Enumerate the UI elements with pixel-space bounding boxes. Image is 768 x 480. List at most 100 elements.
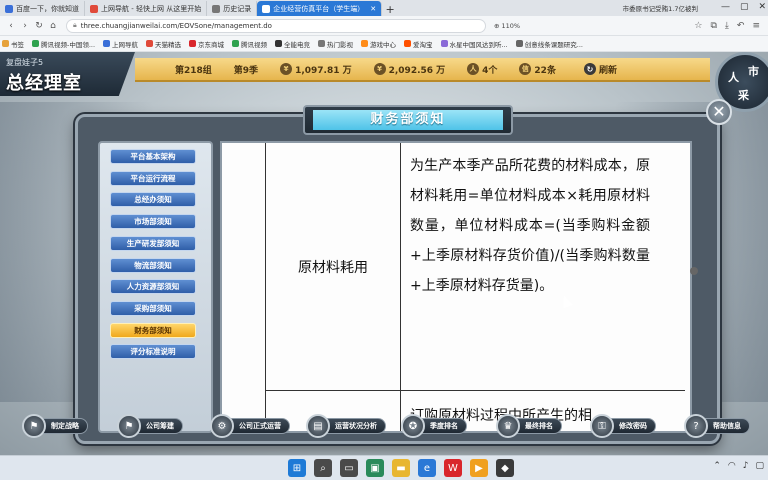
bookmark-item[interactable]: 腾讯视频-中国领...: [32, 39, 95, 49]
bookmark-label: 创意线条课题研究...: [524, 40, 583, 49]
menu-icon[interactable]: ≡: [752, 21, 760, 31]
nav-item[interactable]: 评分标准说明: [110, 344, 196, 360]
notice-nav: 平台基本架构 平台运行流程 总经办须知市场部须知生产研发部须知 物流部须知人力资源部须…: [98, 141, 213, 433]
toolbar-button[interactable]: ♛ 最终排名: [496, 413, 562, 439]
bookmark-item[interactable]: 书签: [2, 39, 24, 49]
forward-icon[interactable]: ›: [18, 21, 32, 31]
close-window-icon[interactable]: ✕: [758, 2, 766, 12]
maximize-icon[interactable]: ▢: [740, 2, 749, 12]
tab-baidu[interactable]: 百度一下，你就知道: [0, 1, 85, 16]
finance-notice-modal: 财务部须知 ✕ 平台基本架构 平台运行流程 总经办须知市场部须知生产研发部须知 物流部…: [75, 99, 732, 444]
nav-item[interactable]: 财务部须知: [110, 322, 196, 338]
bookmark-item[interactable]: 天猫精选: [146, 39, 181, 49]
toolbar-button[interactable]: ⚑ 制定战略: [22, 413, 88, 439]
gear-icon: ⚙: [210, 414, 234, 438]
nav-item[interactable]: 生产研发部须知: [110, 235, 196, 251]
favorite-icon[interactable]: ☆: [694, 21, 702, 31]
bookmark-label: 水星中国风达到听...: [449, 40, 508, 49]
bookmark-item[interactable]: 热门影视: [318, 39, 353, 49]
tab-label: 百度一下，你就知道: [16, 4, 79, 13]
bookmark-icon: [515, 40, 523, 47]
app-icon[interactable]: ◆: [496, 459, 514, 477]
message-icon: 信: [519, 63, 532, 75]
badge-char: 采: [738, 89, 749, 102]
table-row-label: 原材料耗用: [298, 259, 368, 276]
network-icon[interactable]: ◠: [728, 461, 736, 471]
zoom-icon: ⊕: [494, 21, 502, 30]
staff-stat: 人 4个: [467, 63, 497, 76]
search-icon[interactable]: ⌕: [314, 459, 332, 477]
bookmark-label: 爱淘宝: [413, 40, 433, 49]
bookmark-item[interactable]: 腾讯视频: [232, 39, 267, 49]
notification-icon[interactable]: ▢: [755, 461, 764, 471]
badge-char: 人: [728, 71, 739, 84]
url-field[interactable]: 🔒︎ three.chuangjianweilai.com/EOVSone/ma…: [66, 18, 486, 33]
tab-label: 企业经营仿真平台（学生端）: [273, 4, 365, 13]
nav-item[interactable]: 物流部须知: [110, 257, 196, 273]
download-icon[interactable]: ⤓: [725, 21, 729, 31]
system-tray: ⌃ ◠ ♪ ▢: [713, 461, 764, 471]
back-icon[interactable]: ‹: [4, 21, 18, 31]
bookmark-label: 热门影视: [327, 40, 354, 49]
flag-icon: ⚑: [22, 414, 46, 438]
tab-history[interactable]: 历史记录: [207, 1, 258, 16]
bookmark-item[interactable]: 京东商城: [189, 39, 224, 49]
nav-item[interactable]: 采购部须知: [110, 300, 196, 316]
nav-item[interactable]: 市场部须知: [110, 214, 196, 230]
volume-icon[interactable]: ♪: [743, 461, 749, 471]
bookmark-item[interactable]: 创意线条课题研究...: [515, 39, 583, 49]
undo-icon[interactable]: ↶: [737, 21, 745, 31]
home-icon[interactable]: ⌂: [46, 21, 60, 31]
new-tab-button[interactable]: +: [382, 3, 398, 16]
minimize-icon[interactable]: —: [721, 2, 730, 12]
reload-icon[interactable]: ↻: [32, 21, 46, 31]
toolbar-button[interactable]: ✪ 季度排名: [401, 413, 467, 439]
bookmark-item[interactable]: 上网导航: [103, 39, 138, 49]
bookmark-item[interactable]: 爱淘宝: [404, 39, 433, 49]
bookmark-icon: [318, 40, 326, 47]
bookmarks-bar: 书签 腾讯视频-中国领... 上网导航 天猫精选 京东商城 腾讯视频 全能电竞 热门影视 游戏中…: [0, 36, 768, 52]
bookmark-item[interactable]: 全能电竞: [275, 39, 310, 49]
tab-simulation-platform[interactable]: 企业经营仿真平台（学生端） ✕: [257, 1, 383, 16]
task-view-icon[interactable]: ▭: [340, 459, 358, 477]
close-modal-button[interactable]: ✕: [706, 99, 732, 125]
nav-item[interactable]: 人力资源部须知: [110, 279, 196, 295]
assets-stat: ¥2,092.56 万: [373, 63, 445, 76]
widgets-icon[interactable]: ▣: [366, 459, 384, 477]
toolbar-button[interactable]: ⚑ 公司筹建: [117, 413, 183, 439]
bookmark-item[interactable]: 水星中国风达到听...: [440, 39, 508, 49]
toolbar-button[interactable]: ? 帮助信息: [684, 413, 750, 439]
toolbar-button[interactable]: ▤ 运营状况分析: [306, 413, 386, 439]
history-icon: [212, 4, 221, 13]
file-explorer-icon[interactable]: ▬: [392, 459, 410, 477]
windows-start-icon[interactable]: ⊞: [288, 459, 306, 477]
bookmark-item[interactable]: 游戏中心: [361, 39, 396, 49]
lock-icon: 🔒︎: [73, 21, 77, 29]
browser-icon[interactable]: e: [418, 459, 436, 477]
zoom-level[interactable]: ⊕ 110%: [494, 22, 520, 30]
scroll-handle[interactable]: [690, 267, 698, 275]
toolbar-icons: ☆ ⧉ ⤓ ↶ ≡: [694, 21, 764, 31]
media-icon[interactable]: ▶: [470, 459, 488, 477]
toolbar-button-label: 帮助信息: [702, 418, 750, 434]
toolbar-button[interactable]: ⚿ 修改密码: [590, 413, 656, 439]
nav-item[interactable]: 总经办须知: [110, 192, 196, 208]
table-row-description: 为生产本季产品所花费的材料成本，原材料耗用=单位材料成本×耗用原材料数量，单位材…: [410, 158, 650, 294]
nav-item[interactable]: 平台运行流程: [110, 170, 196, 186]
toolbar-button[interactable]: ⚙ 公司正式运营: [210, 413, 290, 439]
chevron-up-icon[interactable]: ⌃: [713, 461, 721, 471]
close-tab-icon[interactable]: ✕: [370, 5, 376, 13]
bookmark-icon: [2, 40, 9, 47]
bookmark-label: 天猫精选: [155, 40, 182, 49]
modal-title-plate: 财务部须知: [303, 105, 513, 135]
extension-icon[interactable]: ⧉: [710, 21, 716, 31]
wps-icon[interactable]: W: [444, 459, 462, 477]
nav-item[interactable]: 平台基本架构: [110, 149, 196, 164]
notice-content[interactable]: 原材料耗用 为生产本季产品所花费的材料成本，原材料耗用=单位材料成本×耗用原材料…: [220, 141, 692, 433]
tab-navigation[interactable]: 上网导航 - 轻快上网 从这里开始: [85, 1, 208, 16]
game-toolbar: ⚑ 制定战略 ⚑ 公司筹建 ⚙ 公司正式运营 ▤ 运营状况分析 ✪ 季度排名 ♛ 最终排名 ⚿ 修改密码?…: [0, 407, 768, 447]
refresh-button[interactable]: ↻ 刷新: [583, 63, 617, 76]
bookmark-icon: [146, 40, 154, 47]
baidu-icon: [5, 4, 13, 13]
toolbar-button-label: 修改密码: [608, 418, 656, 434]
